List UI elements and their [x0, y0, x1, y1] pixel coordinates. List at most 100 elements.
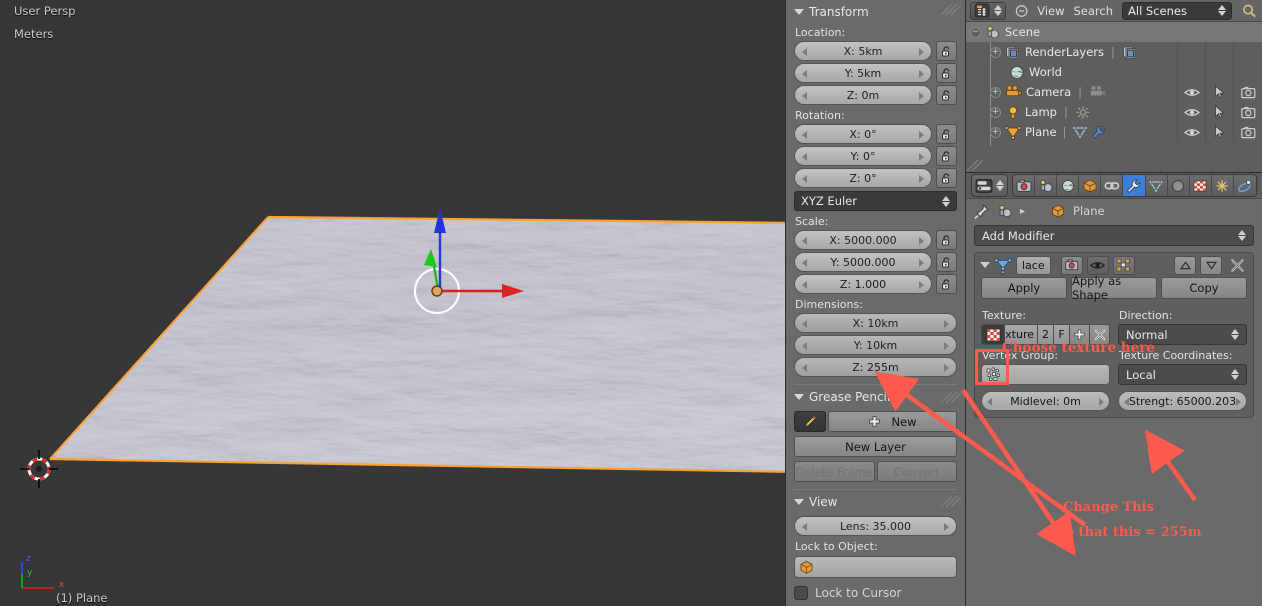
modifier-copy-button[interactable]: Copy	[1161, 277, 1247, 299]
decrement-arrow-icon[interactable]	[802, 237, 807, 245]
scale-x-row[interactable]: X: 5000.000	[794, 230, 957, 250]
outliner-header[interactable]: View Search All Scenes	[966, 0, 1262, 22]
rotation-y-lock-button[interactable]	[936, 146, 957, 166]
modifier-apply-as-shape-button[interactable]: Apply as Shape	[1071, 274, 1157, 302]
grease-pencil-draw-button[interactable]	[794, 411, 826, 432]
renderlayers-data-icon[interactable]	[1122, 45, 1138, 60]
increment-arrow-icon[interactable]	[919, 175, 924, 183]
chevron-down-icon[interactable]	[980, 262, 990, 268]
location-x-lock-button[interactable]	[936, 41, 957, 61]
rotation-y-row[interactable]: Y: 0°	[794, 146, 957, 166]
dimensions-y-field[interactable]: Y: 10km	[794, 335, 957, 355]
convert-button[interactable]: Convert	[876, 461, 957, 482]
scale-y-lock-button[interactable]	[936, 252, 957, 272]
lock-to-object-field[interactable]	[794, 556, 957, 578]
dimensions-z-field[interactable]: Z: 255m	[794, 357, 957, 377]
add-modifier-dropdown[interactable]: Add Modifier	[974, 225, 1254, 246]
location-z-lock-button[interactable]	[936, 85, 957, 105]
outliner-menu-search[interactable]: Search	[1074, 4, 1114, 18]
transform-manipulator[interactable]	[378, 205, 538, 320]
grease-pencil-new-layer-row[interactable]: New Layer	[794, 436, 957, 457]
texture-coordinates-dropdown[interactable]: Local	[1118, 364, 1247, 385]
object-tab[interactable]	[1079, 175, 1102, 196]
dimensions-x-row[interactable]: X: 10km	[794, 313, 957, 333]
expand-toggle-icon[interactable]: +	[990, 46, 1001, 58]
outliner-row-camera[interactable]: + Camera |	[966, 82, 1262, 102]
lock-to-cursor-row[interactable]: Lock to Cursor	[794, 586, 957, 600]
scale-z-field[interactable]: Z: 1.000	[794, 274, 932, 294]
scale-x-lock-button[interactable]	[936, 230, 957, 250]
decrement-arrow-icon[interactable]	[802, 70, 807, 78]
outliner-row-world[interactable]: World	[966, 62, 1262, 82]
rotation-mode-dropdown[interactable]: XYZ Euler	[794, 191, 957, 211]
selectability-toggle-lamp[interactable]	[1206, 102, 1234, 122]
modifier-delete-button[interactable]	[1226, 258, 1248, 273]
increment-arrow-icon[interactable]	[944, 364, 949, 372]
increment-arrow-icon[interactable]	[944, 523, 949, 531]
modifier-edit-mode-toggle[interactable]	[1112, 255, 1135, 275]
outliner-row-toggles[interactable]	[1178, 122, 1262, 142]
outliner-row-toggles[interactable]	[1178, 102, 1262, 122]
renderability-toggle-plane[interactable]	[1234, 122, 1262, 142]
midlevel-field[interactable]: Midlevel: 0m	[981, 391, 1110, 411]
scale-x-field[interactable]: X: 5000.000	[794, 230, 932, 250]
transform-panel-header[interactable]: Transform	[794, 2, 957, 22]
physics-tab[interactable]	[1233, 175, 1256, 196]
expand-toggle-icon[interactable]: +	[990, 86, 1001, 98]
location-x-field[interactable]: X: 5km	[794, 41, 932, 61]
dimensions-z-row[interactable]: Z: 255m	[794, 357, 957, 377]
lens-row[interactable]: Lens: 35.000	[794, 516, 957, 536]
increment-arrow-icon[interactable]	[919, 131, 924, 139]
visibility-toggle-camera[interactable]	[1178, 82, 1206, 102]
location-x-row[interactable]: X: 5km	[794, 41, 957, 61]
location-y-lock-button[interactable]	[936, 63, 957, 83]
scene-tab[interactable]	[1035, 175, 1058, 196]
decrement-arrow-icon[interactable]	[802, 320, 807, 328]
modifier-settings[interactable]: Texture: xture 2 F Vertex Group: Midleve…	[975, 305, 1253, 417]
lock-to-cursor-checkbox[interactable]	[794, 586, 808, 600]
view3d-properties-sidebar[interactable]: Transform Location: X: 5km Y: 5km Z: 0m …	[785, 0, 965, 606]
increment-arrow-icon[interactable]	[919, 281, 924, 289]
decrement-arrow-icon[interactable]	[802, 153, 807, 161]
decrement-arrow-icon[interactable]	[802, 281, 807, 289]
modifier-apply-row[interactable]: Apply Apply as Shape Copy	[975, 274, 1253, 305]
modifier-panel[interactable]: lace Apply Apply as Shape Copy Texture: …	[974, 252, 1254, 418]
outliner-row-toggles[interactable]	[1178, 82, 1262, 102]
scale-z-lock-button[interactable]	[936, 274, 957, 294]
rotation-y-field[interactable]: Y: 0°	[794, 146, 932, 166]
modifier-apply-button[interactable]: Apply	[981, 277, 1067, 299]
minus-circle-icon[interactable]	[1015, 4, 1028, 18]
properties-header[interactable]	[966, 173, 1262, 199]
outliner-row-scene[interactable]: − Scene	[966, 22, 1262, 42]
properties-editor[interactable]: ▸ Plane Add Modifier lace Apply Apply as…	[965, 172, 1262, 606]
increment-arrow-icon[interactable]	[919, 259, 924, 267]
scene-icon[interactable]	[997, 204, 1013, 219]
increment-arrow-icon[interactable]	[919, 70, 924, 78]
strength-field[interactable]: Strengt: 65000.203	[1118, 391, 1247, 411]
modifier-name-field[interactable]: lace	[1016, 255, 1051, 275]
dimensions-y-row[interactable]: Y: 10km	[794, 335, 957, 355]
decrement-arrow-icon[interactable]	[802, 175, 807, 183]
grease-pencil-new-row[interactable]: New	[794, 411, 957, 432]
expand-toggle-icon[interactable]: +	[990, 126, 1001, 138]
view-panel-header[interactable]: View	[794, 492, 957, 512]
3d-viewport[interactable]: z y x User Persp Meters (1) Plane	[0, 0, 785, 606]
decrement-arrow-icon[interactable]	[802, 523, 807, 531]
outliner-row-plane[interactable]: + Plane |	[966, 122, 1262, 142]
scale-z-row[interactable]: Z: 1.000	[794, 274, 957, 294]
properties-body[interactable]: Add Modifier lace Apply Apply as Shape C…	[966, 225, 1262, 418]
location-y-row[interactable]: Y: 5km	[794, 63, 957, 83]
increment-arrow-icon[interactable]	[944, 342, 949, 350]
outliner-editor-type-button[interactable]	[970, 1, 1006, 20]
data-tab[interactable]	[1145, 175, 1168, 196]
properties-editor-type-button[interactable]	[971, 174, 1008, 197]
increment-arrow-icon[interactable]	[1236, 398, 1241, 406]
camera-data-icon[interactable]	[1089, 84, 1106, 100]
outliner-row-lamp[interactable]: + Lamp |	[966, 102, 1262, 122]
decrement-arrow-icon[interactable]	[802, 92, 807, 100]
modifier-render-toggle[interactable]	[1060, 255, 1083, 275]
lamp-data-icon[interactable]	[1075, 105, 1091, 120]
grease-pencil-panel-header[interactable]: Grease Pencil	[794, 387, 957, 407]
modifier-move-down-button[interactable]	[1200, 255, 1222, 275]
wrench-modifier-icon[interactable]	[1091, 125, 1107, 140]
